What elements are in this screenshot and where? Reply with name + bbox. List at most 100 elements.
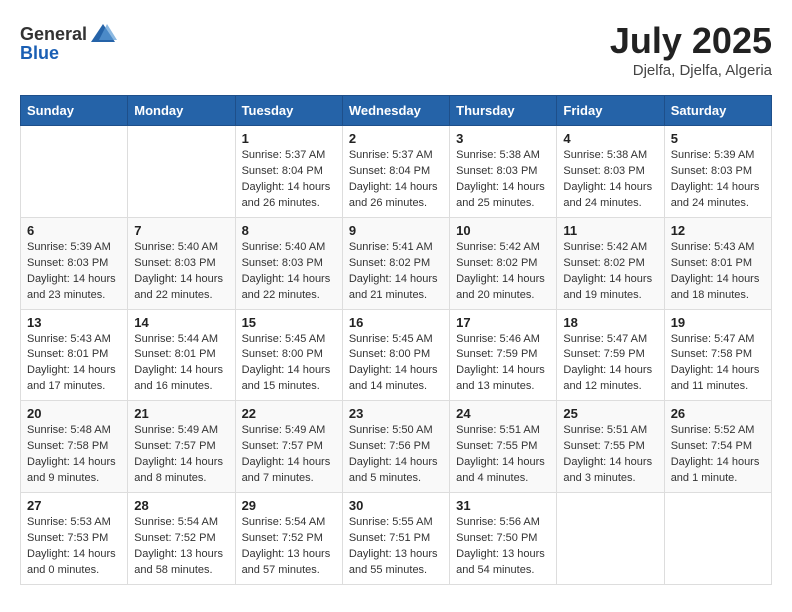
weekday-header: Monday xyxy=(128,96,235,126)
day-number: 1 xyxy=(242,131,336,146)
day-number: 5 xyxy=(671,131,765,146)
calendar-day-cell: 12 Sunrise: 5:43 AM Sunset: 8:01 PM Dayli… xyxy=(664,217,771,309)
day-number: 17 xyxy=(456,315,550,330)
day-info: Sunrise: 5:43 AM Sunset: 8:01 PM Dayligh… xyxy=(27,332,121,396)
day-info: Sunrise: 5:55 AM Sunset: 7:51 PM Dayligh… xyxy=(349,515,443,579)
calendar-day-cell: 24 Sunrise: 5:51 AM Sunset: 7:55 PM Dayli… xyxy=(450,401,557,493)
day-number: 8 xyxy=(242,223,336,238)
day-number: 6 xyxy=(27,223,121,238)
calendar-day-cell: 17 Sunrise: 5:46 AM Sunset: 7:59 PM Dayli… xyxy=(450,309,557,401)
day-info: Sunrise: 5:49 AM Sunset: 7:57 PM Dayligh… xyxy=(134,423,228,487)
day-info: Sunrise: 5:50 AM Sunset: 7:56 PM Dayligh… xyxy=(349,423,443,487)
day-number: 12 xyxy=(671,223,765,238)
day-number: 25 xyxy=(563,406,657,421)
title-block: July 2025 Djelfa, Djelfa, Algeria xyxy=(610,20,772,79)
logo: General Blue xyxy=(20,20,117,62)
calendar-day-cell: 3 Sunrise: 5:38 AM Sunset: 8:03 PM Daylig… xyxy=(450,126,557,218)
calendar-week-row: 6 Sunrise: 5:39 AM Sunset: 8:03 PM Daylig… xyxy=(21,217,772,309)
day-info: Sunrise: 5:37 AM Sunset: 8:04 PM Dayligh… xyxy=(349,148,443,212)
calendar-week-row: 27 Sunrise: 5:53 AM Sunset: 7:53 PM Dayli… xyxy=(21,493,772,585)
day-info: Sunrise: 5:51 AM Sunset: 7:55 PM Dayligh… xyxy=(563,423,657,487)
calendar-day-cell xyxy=(128,126,235,218)
day-number: 14 xyxy=(134,315,228,330)
day-number: 20 xyxy=(27,406,121,421)
calendar-day-cell: 29 Sunrise: 5:54 AM Sunset: 7:52 PM Dayli… xyxy=(235,493,342,585)
calendar-day-cell: 8 Sunrise: 5:40 AM Sunset: 8:03 PM Daylig… xyxy=(235,217,342,309)
calendar-day-cell: 21 Sunrise: 5:49 AM Sunset: 7:57 PM Dayli… xyxy=(128,401,235,493)
day-info: Sunrise: 5:49 AM Sunset: 7:57 PM Dayligh… xyxy=(242,423,336,487)
day-info: Sunrise: 5:53 AM Sunset: 7:53 PM Dayligh… xyxy=(27,515,121,579)
day-number: 10 xyxy=(456,223,550,238)
day-info: Sunrise: 5:45 AM Sunset: 8:00 PM Dayligh… xyxy=(349,332,443,396)
calendar-day-cell: 11Sunrise: 5:42 AM Sunset: 8:02 PM Dayli… xyxy=(557,217,664,309)
calendar-day-cell: 31Sunrise: 5:56 AM Sunset: 7:50 PM Dayli… xyxy=(450,493,557,585)
day-number: 24 xyxy=(456,406,550,421)
day-info: Sunrise: 5:47 AM Sunset: 7:58 PM Dayligh… xyxy=(671,332,765,396)
calendar-day-cell: 18 Sunrise: 5:47 AM Sunset: 7:59 PM Dayli… xyxy=(557,309,664,401)
weekday-header: Wednesday xyxy=(342,96,449,126)
day-number: 23 xyxy=(349,406,443,421)
weekday-header: Sunday xyxy=(21,96,128,126)
day-number: 2 xyxy=(349,131,443,146)
day-info: Sunrise: 5:40 AM Sunset: 8:03 PM Dayligh… xyxy=(134,240,228,304)
calendar-day-cell: 2 Sunrise: 5:37 AM Sunset: 8:04 PM Daylig… xyxy=(342,126,449,218)
calendar-day-cell: 26 Sunrise: 5:52 AM Sunset: 7:54 PM Dayli… xyxy=(664,401,771,493)
calendar-day-cell: 28 Sunrise: 5:54 AM Sunset: 7:52 PM Dayli… xyxy=(128,493,235,585)
day-info: Sunrise: 5:54 AM Sunset: 7:52 PM Dayligh… xyxy=(134,515,228,579)
calendar-day-cell: 5 Sunrise: 5:39 AM Sunset: 8:03 PM Daylig… xyxy=(664,126,771,218)
day-number: 27 xyxy=(27,498,121,513)
calendar-day-cell: 19Sunrise: 5:47 AM Sunset: 7:58 PM Dayli… xyxy=(664,309,771,401)
day-number: 28 xyxy=(134,498,228,513)
weekday-header: Tuesday xyxy=(235,96,342,126)
day-info: Sunrise: 5:40 AM Sunset: 8:03 PM Dayligh… xyxy=(242,240,336,304)
calendar-day-cell: 23 Sunrise: 5:50 AM Sunset: 7:56 PM Dayli… xyxy=(342,401,449,493)
day-info: Sunrise: 5:39 AM Sunset: 8:03 PM Dayligh… xyxy=(27,240,121,304)
calendar-week-row: 1 Sunrise: 5:37 AM Sunset: 8:04 PM Daylig… xyxy=(21,126,772,218)
day-info: Sunrise: 5:52 AM Sunset: 7:54 PM Dayligh… xyxy=(671,423,765,487)
day-info: Sunrise: 5:47 AM Sunset: 7:59 PM Dayligh… xyxy=(563,332,657,396)
page-header: General Blue July 2025 Djelfa, Djelfa, A… xyxy=(20,20,772,79)
calendar-location: Djelfa, Djelfa, Algeria xyxy=(610,62,772,79)
calendar-day-cell: 22Sunrise: 5:49 AM Sunset: 7:57 PM Dayli… xyxy=(235,401,342,493)
day-number: 3 xyxy=(456,131,550,146)
day-info: Sunrise: 5:46 AM Sunset: 7:59 PM Dayligh… xyxy=(456,332,550,396)
day-info: Sunrise: 5:48 AM Sunset: 7:58 PM Dayligh… xyxy=(27,423,121,487)
day-info: Sunrise: 5:41 AM Sunset: 8:02 PM Dayligh… xyxy=(349,240,443,304)
day-number: 13 xyxy=(27,315,121,330)
day-number: 26 xyxy=(671,406,765,421)
day-number: 18 xyxy=(563,315,657,330)
day-number: 21 xyxy=(134,406,228,421)
calendar-day-cell: 27 Sunrise: 5:53 AM Sunset: 7:53 PM Dayli… xyxy=(21,493,128,585)
calendar-day-cell xyxy=(664,493,771,585)
day-info: Sunrise: 5:42 AM Sunset: 8:02 PM Dayligh… xyxy=(456,240,550,304)
day-number: 16 xyxy=(349,315,443,330)
day-info: Sunrise: 5:45 AM Sunset: 8:00 PM Dayligh… xyxy=(242,332,336,396)
day-number: 9 xyxy=(349,223,443,238)
day-number: 29 xyxy=(242,498,336,513)
calendar-day-cell: 14Sunrise: 5:44 AM Sunset: 8:01 PM Dayli… xyxy=(128,309,235,401)
day-info: Sunrise: 5:54 AM Sunset: 7:52 PM Dayligh… xyxy=(242,515,336,579)
day-number: 30 xyxy=(349,498,443,513)
weekday-header: Friday xyxy=(557,96,664,126)
calendar-week-row: 20 Sunrise: 5:48 AM Sunset: 7:58 PM Dayli… xyxy=(21,401,772,493)
day-info: Sunrise: 5:42 AM Sunset: 8:02 PM Dayligh… xyxy=(563,240,657,304)
calendar-week-row: 13 Sunrise: 5:43 AM Sunset: 8:01 PM Dayli… xyxy=(21,309,772,401)
calendar-day-cell: 7Sunrise: 5:40 AM Sunset: 8:03 PM Daylig… xyxy=(128,217,235,309)
day-info: Sunrise: 5:38 AM Sunset: 8:03 PM Dayligh… xyxy=(563,148,657,212)
day-number: 4 xyxy=(563,131,657,146)
calendar-day-cell xyxy=(557,493,664,585)
calendar-day-cell: 16 Sunrise: 5:45 AM Sunset: 8:00 PM Dayli… xyxy=(342,309,449,401)
calendar-day-cell xyxy=(21,126,128,218)
day-number: 15 xyxy=(242,315,336,330)
day-info: Sunrise: 5:51 AM Sunset: 7:55 PM Dayligh… xyxy=(456,423,550,487)
logo-blue-text: Blue xyxy=(20,44,59,62)
calendar-day-cell: 6 Sunrise: 5:39 AM Sunset: 8:03 PM Daylig… xyxy=(21,217,128,309)
day-info: Sunrise: 5:56 AM Sunset: 7:50 PM Dayligh… xyxy=(456,515,550,579)
calendar-day-cell: 13 Sunrise: 5:43 AM Sunset: 8:01 PM Dayli… xyxy=(21,309,128,401)
calendar-day-cell: 20 Sunrise: 5:48 AM Sunset: 7:58 PM Dayli… xyxy=(21,401,128,493)
calendar-title: July 2025 xyxy=(610,20,772,62)
day-info: Sunrise: 5:39 AM Sunset: 8:03 PM Dayligh… xyxy=(671,148,765,212)
day-info: Sunrise: 5:43 AM Sunset: 8:01 PM Dayligh… xyxy=(671,240,765,304)
day-info: Sunrise: 5:38 AM Sunset: 8:03 PM Dayligh… xyxy=(456,148,550,212)
day-info: Sunrise: 5:37 AM Sunset: 8:04 PM Dayligh… xyxy=(242,148,336,212)
